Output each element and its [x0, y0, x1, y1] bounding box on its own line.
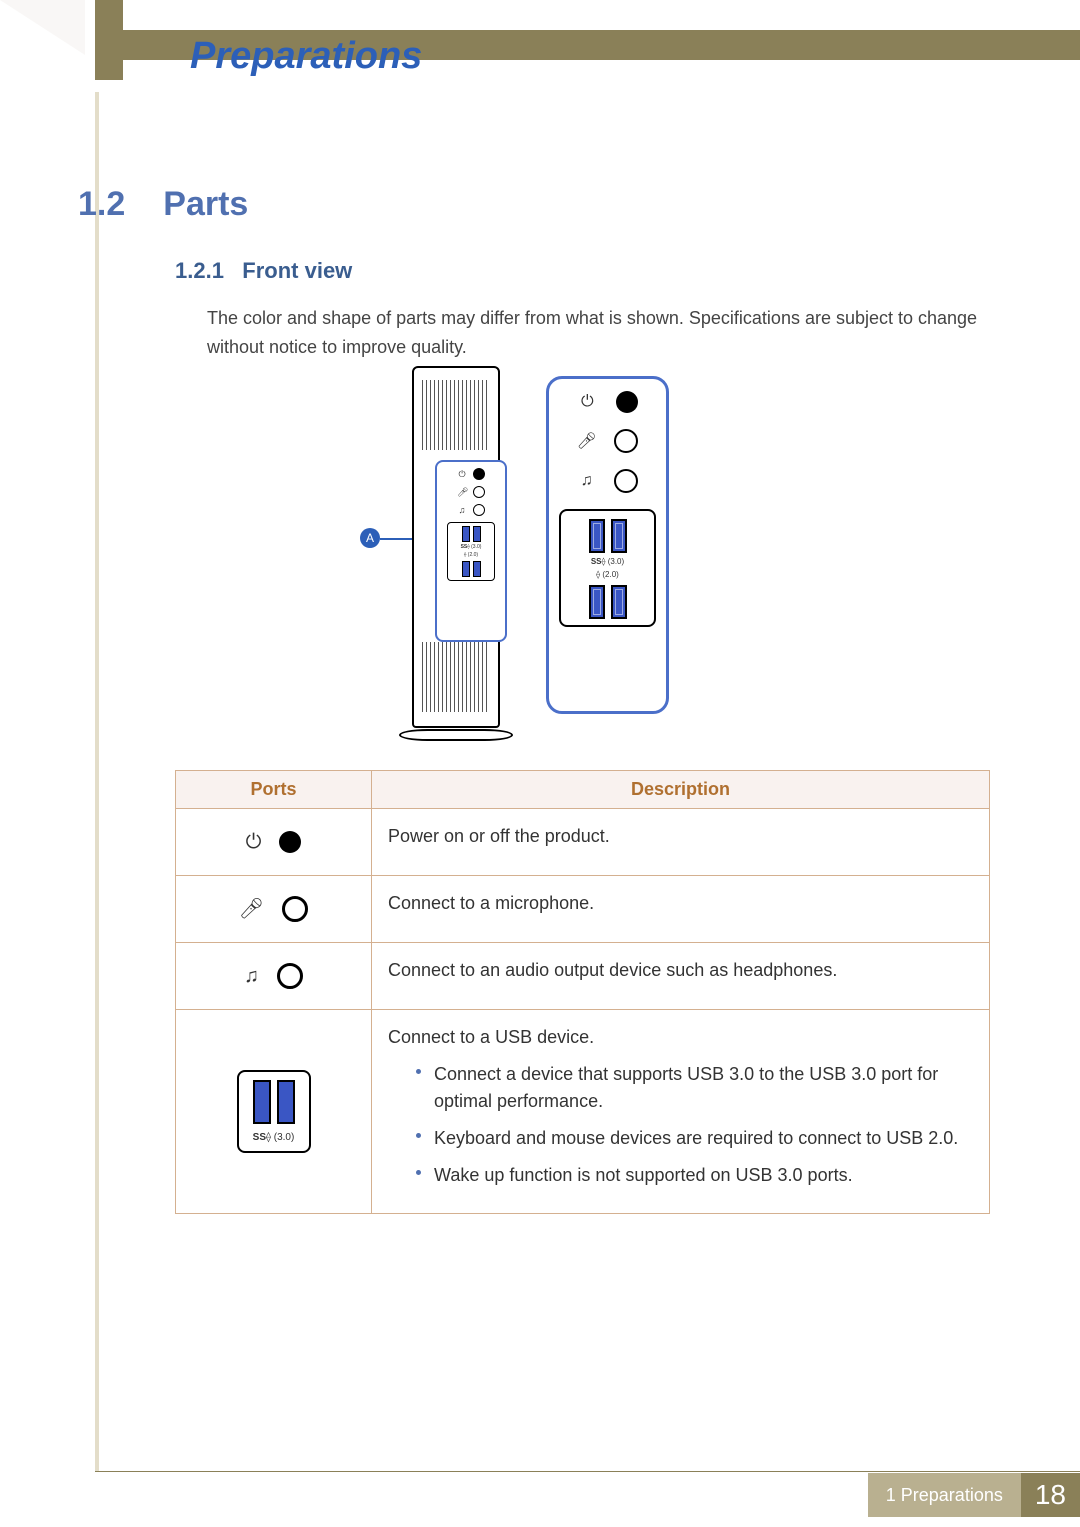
usb-block-icon: SS⟠ (3.0) ⟠ (2.0) [559, 509, 656, 627]
power-icon: ⏻ [457, 469, 467, 480]
mic-icon: 🎤︎ [239, 894, 264, 924]
usb-block-icon: SS⟠ (3.0) ⟠ (2.0) [447, 522, 495, 581]
usb-ss-label: SS [253, 1132, 266, 1143]
callout-badge-a: A [360, 528, 380, 548]
callout-leader-line [380, 538, 412, 540]
list-item: Connect a device that supports USB 3.0 t… [416, 1061, 973, 1115]
power-icon: ⏻ [246, 827, 262, 857]
port-icon-cell: ⏻ [176, 809, 372, 876]
usb-ss-label: SS [591, 557, 602, 566]
table-header-row: Ports Description [176, 771, 990, 809]
subsection-number: 1.2.1 [175, 258, 224, 283]
device-stand [399, 729, 513, 741]
headphone-icon: ♫ [457, 505, 467, 515]
device-outline: ⏻ 🎤︎ ♫ SS⟠ (3.0) ⟠ (2.0) [399, 366, 513, 741]
power-button-icon [473, 468, 485, 480]
usb30-label: (3.0) [608, 557, 624, 566]
port-icon-cell: ♫ [176, 943, 372, 1010]
footer-chapter-ref: 1 Preparations [868, 1473, 1021, 1517]
section-heading: 1.2 Parts [78, 185, 248, 224]
mic-jack-icon [614, 429, 638, 453]
header-tab [95, 0, 123, 80]
mic-icon: 🎤︎ [457, 487, 467, 498]
table-row: ⏻ Power on or off the product. [176, 809, 990, 876]
list-item: Keyboard and mouse devices are required … [416, 1125, 973, 1152]
port-description: Power on or off the product. [372, 809, 990, 876]
description-header: Description [372, 771, 990, 809]
headphone-jack-icon [614, 469, 638, 493]
left-margin-stripe [95, 92, 99, 1471]
device-body: ⏻ 🎤︎ ♫ SS⟠ (3.0) ⟠ (2.0) [412, 366, 500, 728]
headphone-icon: ♫ [244, 961, 259, 991]
usb-description-text: Connect to a USB device. [388, 1027, 594, 1047]
power-button-icon [616, 391, 638, 413]
usb-notes-list: Connect a device that supports USB 3.0 t… [416, 1061, 973, 1189]
chapter-title: Preparations [190, 35, 422, 78]
port-icon-cell: SS⟠ (3.0) [176, 1010, 372, 1214]
section-title: Parts [163, 185, 248, 224]
port-description: Connect to a USB device. Connect a devic… [372, 1010, 990, 1214]
usb30-label: (3.0) [274, 1132, 295, 1143]
table-row: ♫ Connect to an audio output device such… [176, 943, 990, 1010]
page-footer: 1 Preparations 18 [868, 1473, 1080, 1517]
headphone-jack-icon [277, 963, 303, 989]
port-description: Connect to a microphone. [372, 876, 990, 943]
footer-divider [95, 1471, 1080, 1472]
zoom-callout-panel: ⏻ 🎤︎ ♫ SS⟠ (3.0) ⟠ (2.0) [546, 376, 669, 714]
usb30-mini-label: SS⟠ (3.0) [461, 544, 482, 550]
usb-block-icon: SS⟠ (3.0) [237, 1070, 311, 1153]
usb20-label: (2.0) [602, 570, 618, 579]
usb20-mini-label: ⟠ (2.0) [464, 552, 478, 558]
header-decor-triangle [0, 0, 85, 55]
power-button-icon [279, 831, 301, 853]
ports-table: Ports Description ⏻ Power on or off the … [175, 770, 990, 1214]
subsection-title: Front view [242, 258, 352, 283]
table-row: 🎤︎ Connect to a microphone. [176, 876, 990, 943]
ports-header: Ports [176, 771, 372, 809]
headphone-icon: ♫ [577, 472, 597, 490]
footer-page-number: 18 [1021, 1473, 1080, 1517]
port-icon-cell: 🎤︎ [176, 876, 372, 943]
mic-icon: 🎤︎ [577, 431, 597, 451]
section-number: 1.2 [78, 185, 125, 224]
device-front-panel: ⏻ 🎤︎ ♫ SS⟠ (3.0) ⟠ (2.0) [435, 460, 507, 642]
mic-jack-icon [473, 486, 485, 498]
subsection-heading: 1.2.1 Front view [175, 258, 352, 284]
note-text: The color and shape of parts may differ … [207, 304, 990, 362]
list-item: Wake up function is not supported on USB… [416, 1162, 973, 1189]
headphone-jack-icon [473, 504, 485, 516]
mic-jack-icon [282, 896, 308, 922]
power-icon: ⏻ [577, 393, 597, 411]
front-view-diagram: ⏻ 🎤︎ ♫ SS⟠ (3.0) ⟠ (2.0) A ⏻ 🎤︎ ♫ SS⟠ (3… [360, 360, 690, 755]
port-description: Connect to an audio output device such a… [372, 943, 990, 1010]
table-row: SS⟠ (3.0) Connect to a USB device. Conne… [176, 1010, 990, 1214]
